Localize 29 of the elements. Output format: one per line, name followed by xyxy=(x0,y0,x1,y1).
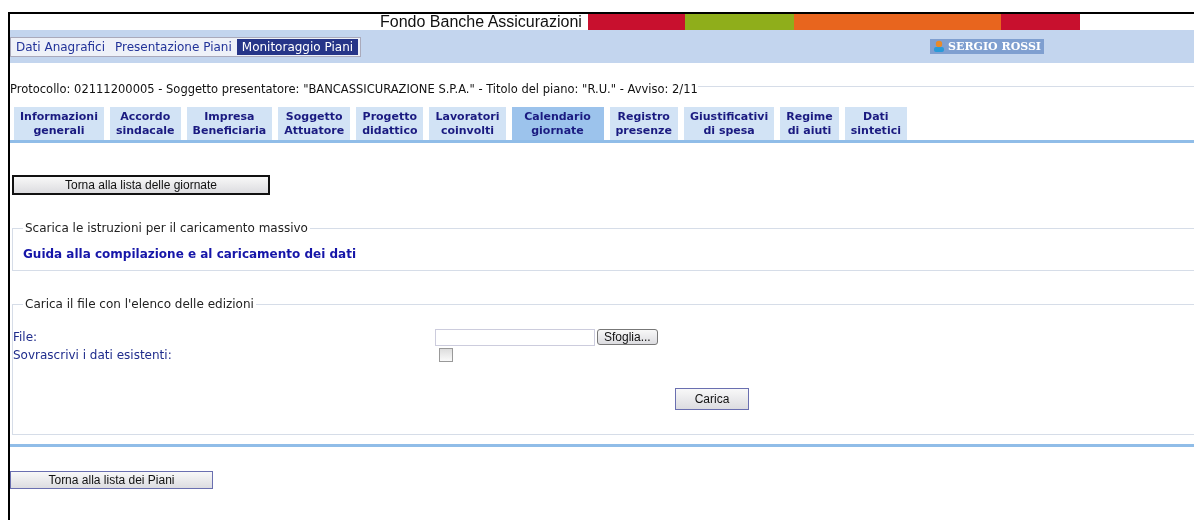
tab[interactable]: Informazioni generali xyxy=(14,107,104,140)
tab[interactable]: Progetto didattico xyxy=(356,107,424,140)
back-to-plans-button[interactable]: Torna alla lista dei Piani xyxy=(10,471,213,489)
field-label: Sovrascrivi i dati esistenti: xyxy=(13,348,173,362)
tab[interactable]: Soggetto Attuatore xyxy=(278,107,351,140)
tab[interactable]: Giustificativi di spesa xyxy=(683,107,775,140)
section-legend: Scarica le istruzioni per il caricamento massivo xyxy=(23,221,310,235)
checkbox[interactable] xyxy=(439,348,453,362)
browse-button[interactable]: Sfoglia... xyxy=(597,329,658,345)
site-title: Fondo Banche Assicurazioni xyxy=(380,14,582,30)
protocol-info: Protocollo: 02111200005 - Soggetto presentatore: "BANCASSICURAZIONE S.P.A." - Titolo del piano: "R.U." - Avviso: 2/11 xyxy=(10,82,698,96)
file-input[interactable] xyxy=(435,328,595,346)
upload-button[interactable]: Carica xyxy=(675,388,749,410)
user-name: SERGIO ROSSI xyxy=(930,39,1044,54)
tab[interactable]: Impresa Beneficiaria xyxy=(186,107,273,140)
tab[interactable]: Accordo sindacale xyxy=(109,107,181,140)
menu-item[interactable]: Dati Anagrafici xyxy=(11,38,110,55)
tab[interactable]: Dati sintetici xyxy=(844,107,907,140)
section-legend: Carica il file con l'elenco delle edizioni xyxy=(23,297,256,311)
tab[interactable]: Registro presenze xyxy=(609,107,678,140)
menu-item[interactable]: Monitoraggio Piani xyxy=(236,38,359,55)
field-label: File: xyxy=(13,330,39,344)
tab[interactable]: Regime di aiuti xyxy=(780,107,839,140)
menu-item[interactable]: Presentazione Piani xyxy=(110,38,237,55)
back-button[interactable]: Torna alla lista delle giornate xyxy=(12,175,270,195)
tab[interactable]: Lavoratori coinvolti xyxy=(429,107,506,140)
tab[interactable]: Calendario giornate xyxy=(511,107,604,140)
guide-link[interactable]: Guida alla compilazione e al caricamento dei dati xyxy=(23,247,1194,261)
user-icon xyxy=(933,40,946,53)
